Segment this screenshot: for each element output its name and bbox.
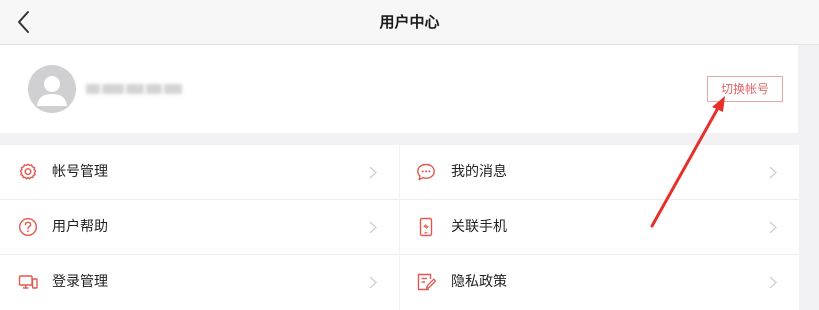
switch-account-button[interactable]: 切换帐号 — [707, 76, 783, 102]
devices-icon — [18, 275, 38, 289]
username-blurred — [86, 81, 184, 97]
phone-icon — [419, 217, 433, 237]
menu-label: 关联手机 — [451, 219, 507, 235]
page-title: 用户中心 — [379, 13, 440, 31]
menu-column-left: 帐号管理 用户帮助 登录管理 — [0, 145, 399, 310]
chevron-right-icon — [769, 221, 777, 234]
policy-icon — [417, 273, 436, 291]
menu-label: 登录管理 — [52, 274, 108, 290]
menu-label: 帐号管理 — [52, 164, 108, 180]
menu-item-login-management[interactable]: 登录管理 — [0, 255, 399, 309]
user-avatar-icon[interactable] — [28, 65, 76, 113]
menu-label: 用户帮助 — [52, 219, 108, 235]
profile-card: 切换帐号 — [0, 45, 798, 133]
message-icon — [417, 163, 435, 181]
chevron-right-icon — [769, 166, 777, 179]
menu-item-account-management[interactable]: 帐号管理 — [0, 145, 399, 200]
top-navigation-bar: 用户中心 — [0, 0, 819, 45]
chevron-right-icon — [369, 221, 377, 234]
menu-item-link-phone[interactable]: 关联手机 — [400, 200, 799, 255]
chevron-right-icon — [769, 276, 777, 289]
chevron-right-icon — [369, 166, 377, 179]
menu-item-my-messages[interactable]: 我的消息 — [400, 145, 799, 200]
menu-item-user-help[interactable]: 用户帮助 — [0, 200, 399, 255]
menu-label: 隐私政策 — [451, 274, 507, 290]
chevron-right-icon — [369, 276, 377, 289]
menu-label: 我的消息 — [451, 164, 507, 180]
gear-icon — [19, 163, 37, 180]
help-circle-icon — [18, 217, 38, 237]
menu-item-privacy-policy[interactable]: 隐私政策 — [400, 255, 799, 309]
settings-menu: 帐号管理 用户帮助 登录管理 我的消息 关联手机 隐私政策 — [0, 145, 800, 310]
menu-column-right: 我的消息 关联手机 隐私政策 — [400, 145, 799, 310]
